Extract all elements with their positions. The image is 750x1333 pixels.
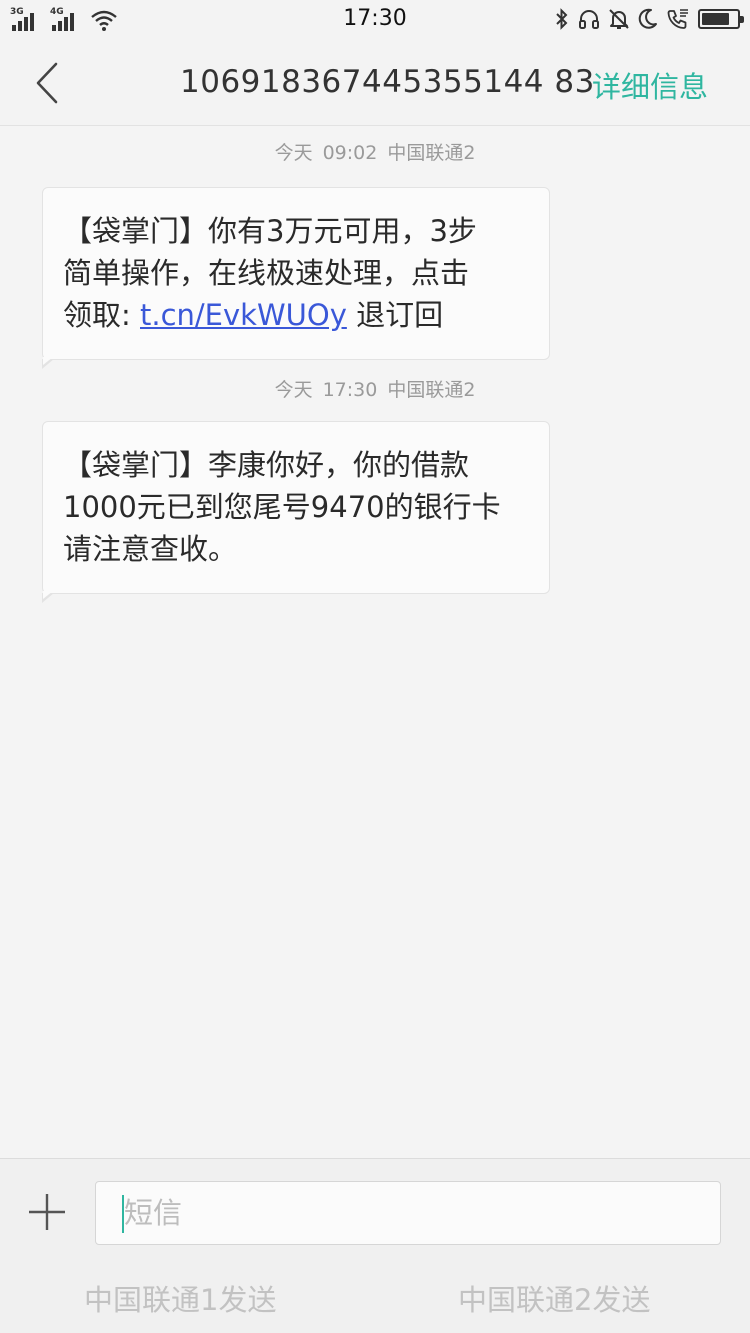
phone-icon bbox=[667, 9, 688, 29]
send-sim2-button[interactable]: 中国联通2发送 bbox=[458, 1277, 650, 1319]
status-right bbox=[554, 7, 744, 31]
timestamp-date: 今天 bbox=[274, 379, 313, 401]
bluetooth-icon bbox=[556, 8, 568, 30]
composer: 中国联通1发送 中国联通2发送 bbox=[0, 1158, 750, 1333]
sender-number: 106918367445355144 83 bbox=[180, 64, 595, 100]
details-button[interactable]: 详细信息 bbox=[592, 64, 708, 106]
headset-icon bbox=[579, 10, 599, 29]
message-line: 1000元已到您尾号9470的银行卡 bbox=[63, 490, 501, 524]
send-row: 中国联通1发送 中国联通2发送 bbox=[0, 1277, 750, 1317]
timestamp-time: 09:02 bbox=[322, 142, 378, 164]
message-text: 领取: bbox=[63, 298, 140, 332]
chevron-left-icon bbox=[36, 62, 58, 104]
status-bar: 3G 4G 17:30 bbox=[0, 0, 750, 40]
timestamp-date: 今天 bbox=[274, 142, 313, 164]
message-line: 请注意查收。 bbox=[63, 532, 238, 566]
message-line: 领取: t.cn/EvkWUOy 退订回 bbox=[63, 294, 529, 336]
message-line: 【袋掌门】你有3万元可用，3步 bbox=[63, 214, 477, 248]
back-button[interactable] bbox=[22, 60, 72, 106]
timestamp-time: 17:30 bbox=[322, 379, 378, 401]
message-timestamp: 今天 17:30 中国联通2 bbox=[0, 375, 750, 402]
message-bubble[interactable]: 【袋掌门】你有3万元可用，3步 简单操作，在线极速处理，点击 领取: t.cn/… bbox=[42, 187, 550, 369]
plus-icon bbox=[29, 1194, 65, 1230]
message-link[interactable]: t.cn/EvkWUOy bbox=[140, 298, 347, 332]
bell-off-icon bbox=[609, 9, 629, 29]
timestamp-carrier: 中国联通2 bbox=[387, 379, 476, 401]
battery-icon bbox=[698, 9, 744, 29]
message-bubble[interactable]: 【袋掌门】李康你好，你的借款 1000元已到您尾号9470的银行卡 请注意查收。 bbox=[42, 421, 550, 603]
message-line: 【袋掌门】李康你好，你的借款 bbox=[63, 448, 470, 482]
text-caret bbox=[122, 1195, 124, 1233]
timestamp-carrier: 中国联通2 bbox=[387, 142, 476, 164]
message-text: 退订回 bbox=[346, 298, 444, 332]
add-attachment-button[interactable] bbox=[24, 1189, 70, 1235]
send-sim1-button[interactable]: 中国联通1发送 bbox=[84, 1277, 276, 1319]
sms-input[interactable] bbox=[95, 1181, 721, 1245]
conversation-header: 106918367445355144 83 详细信息 bbox=[0, 40, 750, 126]
moon-icon bbox=[638, 8, 657, 29]
message-timestamp: 今天 09:02 中国联通2 bbox=[0, 138, 750, 165]
message-line: 简单操作，在线极速处理，点击 bbox=[63, 256, 470, 290]
